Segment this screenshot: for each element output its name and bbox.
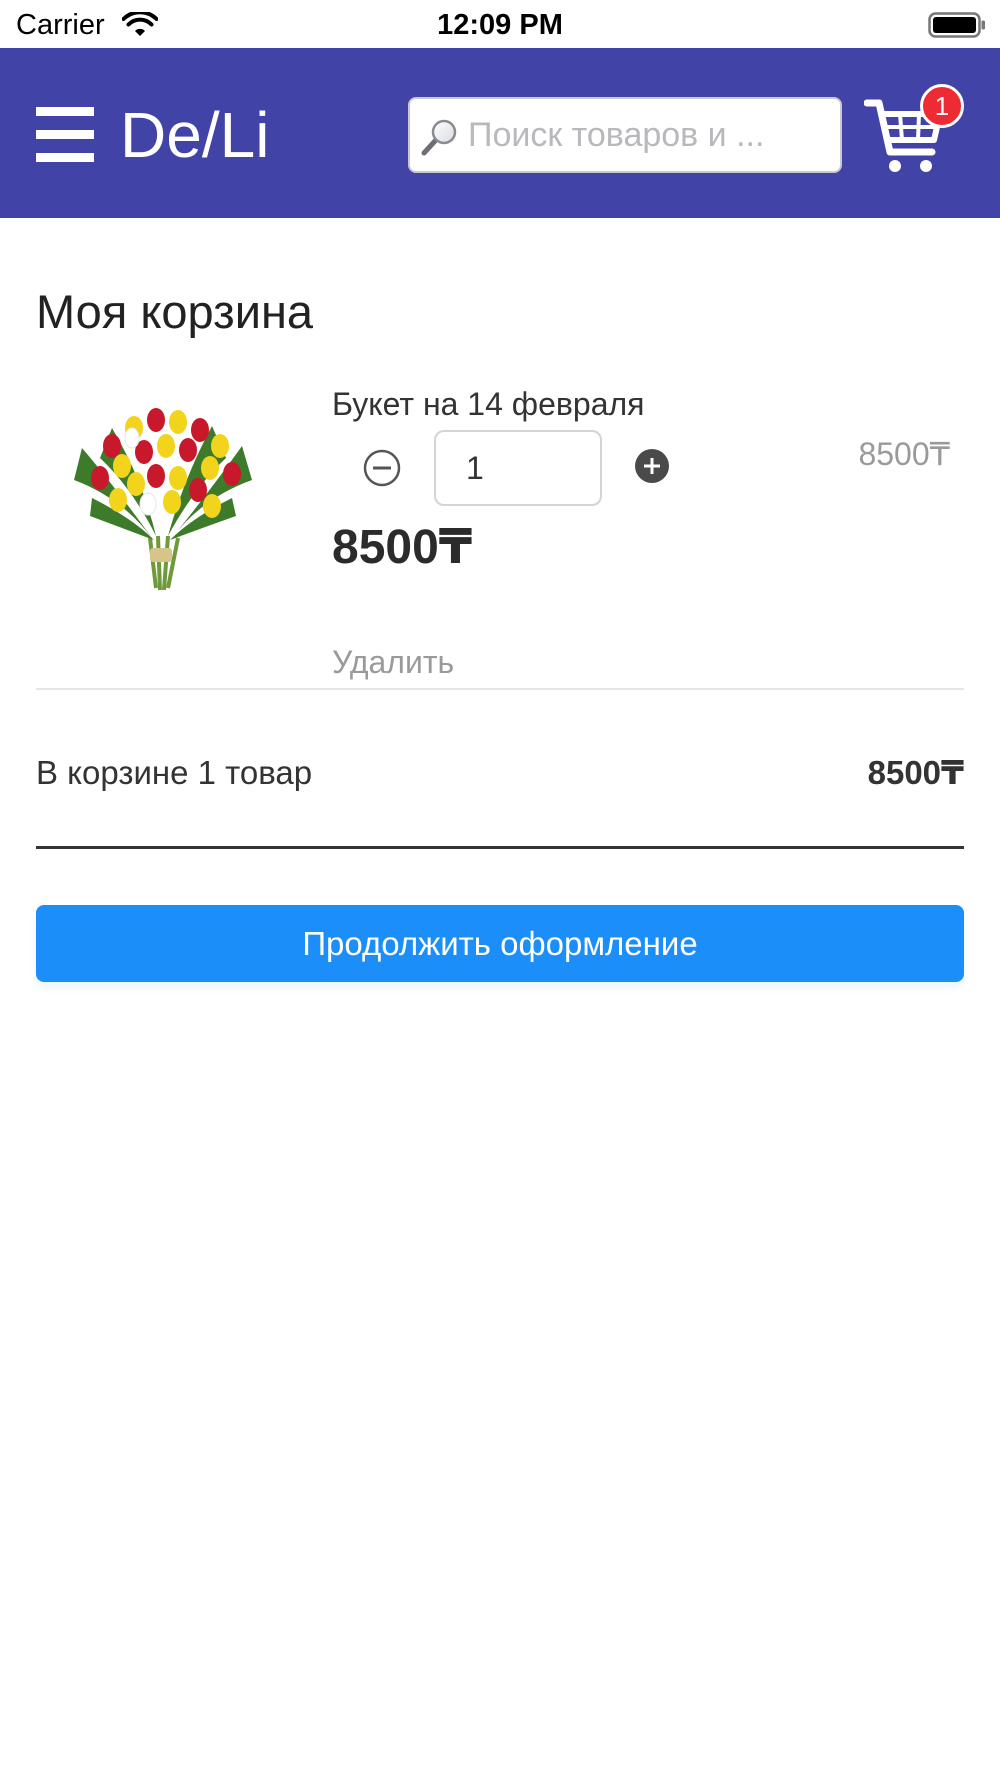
increase-quantity-icon[interactable]	[634, 448, 670, 484]
decrease-quantity-icon[interactable]	[362, 448, 402, 488]
remove-item-link[interactable]: Удалить	[332, 642, 454, 682]
page-title: Моя корзина	[36, 285, 314, 338]
menu-icon[interactable]	[36, 106, 94, 164]
unit-price: 8500₸	[858, 436, 950, 472]
search-input[interactable]	[468, 99, 828, 171]
checkout-button[interactable]: Продолжить оформление	[36, 905, 964, 982]
search-bar[interactable]	[408, 97, 842, 173]
item-total-price: 8500₸	[332, 521, 473, 574]
product-name[interactable]: Букет на 14 февраля	[332, 384, 645, 424]
app-header: De/Li 1	[0, 48, 1000, 218]
search-icon	[421, 119, 457, 156]
status-bar: Carrier 12:09 PM	[0, 0, 1000, 48]
summary-divider	[36, 846, 964, 849]
tulip-bouquet-image[interactable]	[52, 388, 272, 608]
brand-logo[interactable]: De/Li	[120, 100, 269, 170]
quantity-input[interactable]	[434, 430, 602, 506]
cart-count-badge: 1	[920, 84, 964, 128]
status-time: 12:09 PM	[437, 9, 563, 41]
cart-button[interactable]: 1	[864, 84, 964, 194]
cart-summary-total: 8500₸	[867, 754, 964, 791]
item-divider	[36, 688, 964, 690]
cart-summary-label: В корзине 1 товар	[36, 754, 313, 791]
battery-icon	[928, 12, 985, 38]
